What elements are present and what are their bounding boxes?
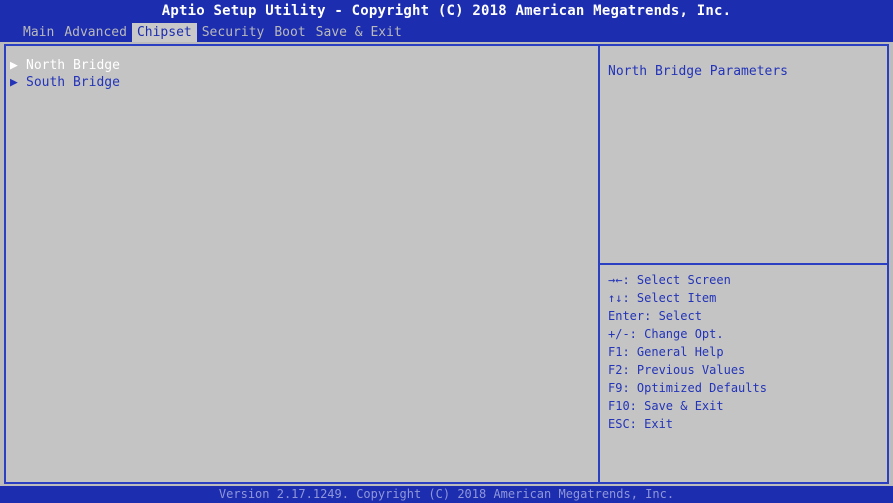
arrow-right-icon: ▶ — [10, 75, 18, 90]
tab-bar: Main Advanced Chipset Security Boot Save… — [18, 23, 407, 42]
tab-main[interactable]: Main — [18, 23, 59, 42]
tab-security[interactable]: Security — [197, 23, 270, 42]
tab-chipset[interactable]: Chipset — [131, 23, 197, 42]
menu-item-label: South Bridge — [26, 75, 120, 90]
key-legend: →←: Select Screen ↑↓: Select Item Enter:… — [608, 271, 767, 433]
key-hint: F9: Optimized Defaults — [608, 381, 767, 395]
key-hint: →←: Select Screen — [608, 273, 731, 287]
help-pane: North Bridge Parameters →←: Select Scree… — [600, 46, 887, 482]
key-hint: ESC: Exit — [608, 417, 674, 431]
key-hint: F10: Save & Exit — [608, 399, 724, 413]
title-bar: Aptio Setup Utility - Copyright (C) 2018… — [0, 0, 893, 42]
menu-item-south-bridge[interactable]: ▶ South Bridge — [10, 75, 120, 91]
arrow-right-icon: ▶ — [10, 58, 18, 73]
setup-title: Aptio Setup Utility - Copyright (C) 2018… — [161, 3, 732, 19]
version-footer: Version 2.17.1249. Copyright (C) 2018 Am… — [0, 486, 893, 503]
key-hint: F2: Previous Values — [608, 363, 746, 377]
key-hint: Enter: Select — [608, 309, 702, 323]
menu-item-north-bridge[interactable]: ▶ North Bridge — [10, 58, 120, 74]
tab-advanced[interactable]: Advanced — [59, 23, 132, 42]
key-hint: ↑↓: Select Item — [608, 291, 717, 305]
key-hint: F1: General Help — [608, 345, 724, 359]
menu-item-label: North Bridge — [26, 58, 120, 73]
key-hint: +/-: Change Opt. — [608, 327, 724, 341]
tab-boot[interactable]: Boot — [269, 23, 310, 42]
help-divider — [600, 263, 887, 265]
menu-pane: ▶ North Bridge ▶ South Bridge — [6, 46, 600, 482]
item-help-text: North Bridge Parameters — [608, 64, 789, 79]
main-panel: ▶ North Bridge ▶ South Bridge North Bridge… — [4, 44, 889, 484]
tab-save-exit[interactable]: Save & Exit — [311, 23, 407, 42]
